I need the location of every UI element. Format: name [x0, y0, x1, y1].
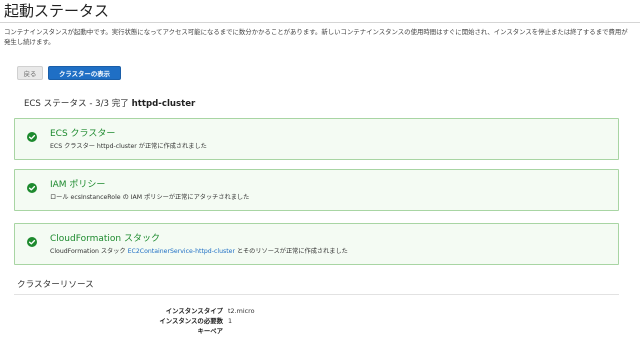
- page-description: コンテナインスタンスが起動中です。実行状態になってアクセス可能になるまでに数分か…: [4, 28, 628, 46]
- view-cluster-button[interactable]: クラスターの表示: [48, 66, 121, 80]
- cloudformation-stack-link[interactable]: EC2ContainerService-httpd-cluster: [128, 248, 235, 255]
- status-heading-text: ECS ステータス - 3/3 完了: [24, 99, 129, 109]
- check-circle-icon: [27, 132, 37, 142]
- check-circle-icon: [27, 183, 37, 193]
- resource-value-instance-type: t2.micro: [228, 307, 255, 315]
- status-box-iam-policy: IAM ポリシー ロール ecsInstanceRole の IAM ポリシーが…: [14, 169, 619, 211]
- status-box-title: CloudFormation スタック: [50, 234, 160, 244]
- launch-status-page: 起動ステータス コンテナインスタンスが起動中です。実行状態になってアクセス可能に…: [0, 0, 640, 340]
- check-circle-icon: [27, 237, 37, 247]
- status-box-text-suffix: とそのリソースが正常に作成されました: [236, 248, 348, 255]
- status-box-cloudformation-stack: CloudFormation スタック CloudFormation スタック …: [14, 223, 619, 265]
- status-box-text: ロール ecsInstanceRole の IAM ポリシーが正常にアタッチされ…: [50, 194, 250, 201]
- status-heading: ECS ステータス - 3/3 完了 httpd-cluster: [24, 98, 195, 110]
- title-divider: [0, 22, 640, 23]
- status-heading-cluster: httpd-cluster: [131, 99, 196, 109]
- status-box-text: ECS クラスター httpd-cluster が正常に作成されました: [50, 143, 207, 150]
- cluster-resources-heading: クラスターリソース: [17, 280, 94, 290]
- page-title: 起動ステータス: [4, 2, 110, 20]
- status-box-title: IAM ポリシー: [50, 180, 106, 190]
- resource-key-instance-type: インスタンスタイプ: [165, 307, 223, 315]
- status-box-ecs-cluster: ECS クラスター ECS クラスター httpd-cluster が正常に作成…: [14, 118, 619, 160]
- resource-value-desired-instances: 1: [228, 317, 233, 325]
- resource-key-key-pair: キーペア: [197, 327, 223, 335]
- status-box-title: ECS クラスター: [50, 129, 116, 139]
- status-box-text: CloudFormation スタック EC2ContainerService-…: [50, 247, 348, 256]
- status-box-text-prefix: CloudFormation スタック: [50, 248, 126, 255]
- resource-key-desired-instances: インスタンスの必要数: [159, 317, 223, 325]
- resources-divider: [14, 294, 619, 295]
- back-button[interactable]: 戻る: [17, 66, 43, 80]
